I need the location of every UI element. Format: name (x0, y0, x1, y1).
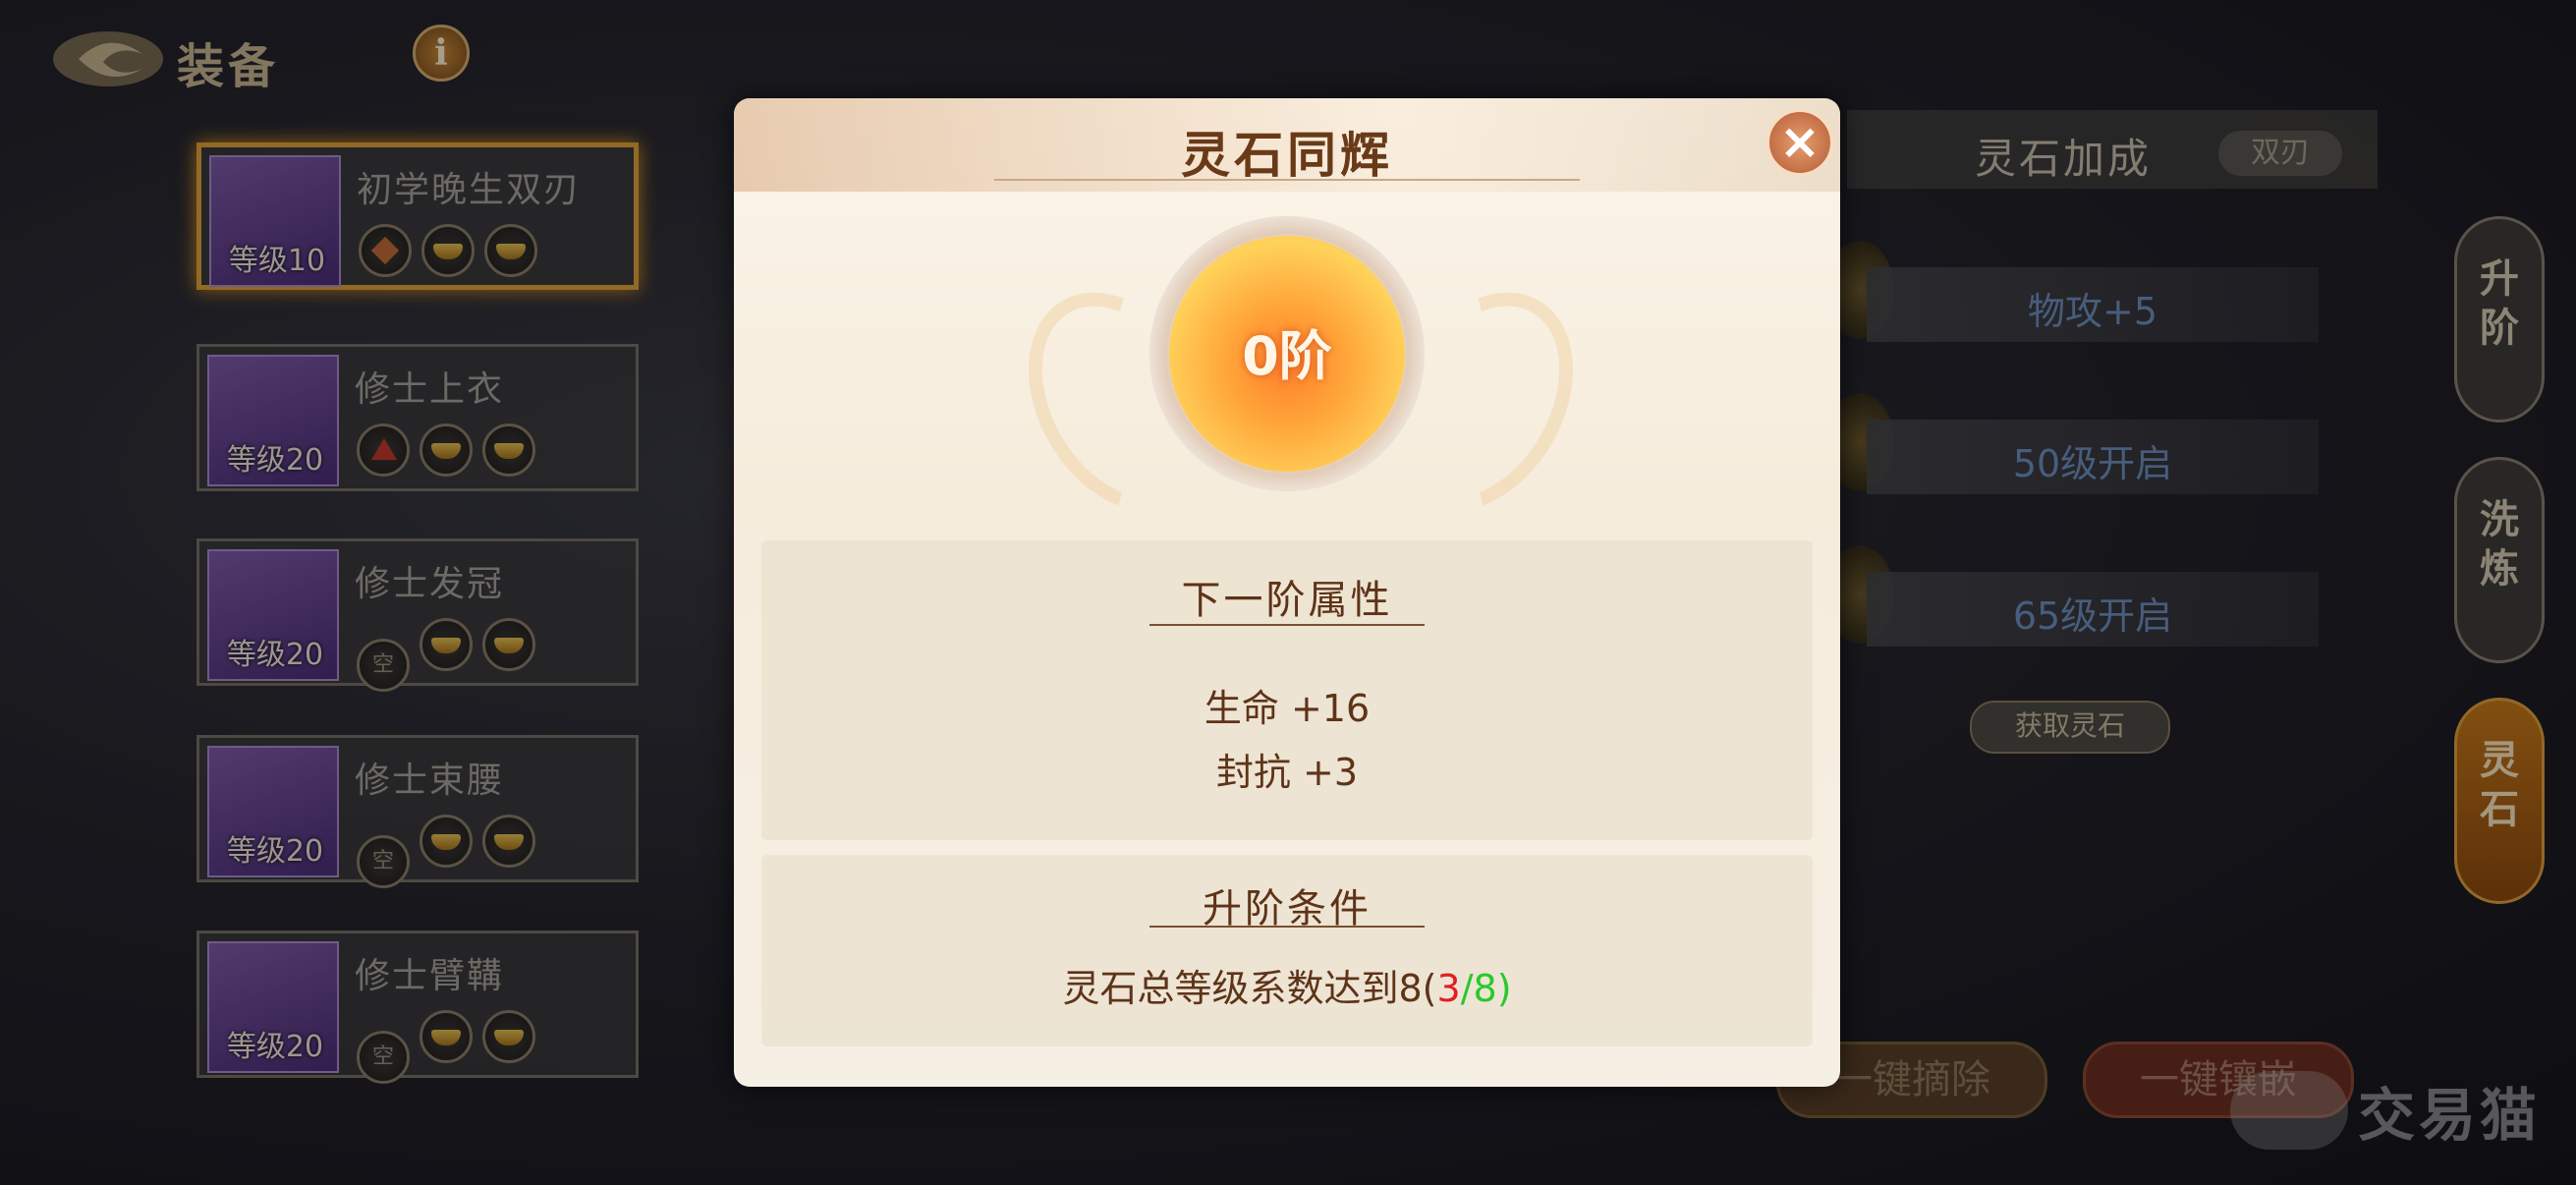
close-button[interactable]: × (1765, 108, 1834, 177)
attribute-text: 封抗 +3 (1215, 751, 1359, 794)
rank-label: 0阶 (1242, 325, 1332, 387)
spirit-stone-dialog: 灵石同辉 × 0阶 下一阶属性 生命 +16 封抗 +3 升阶条件 灵石总等级系… (734, 98, 1840, 1087)
next-rank-attributes-panel: 下一阶属性 生命 +16 封抗 +3 (761, 540, 1813, 840)
title-divider (994, 179, 1580, 181)
condition-suffix: ) (1496, 967, 1512, 1010)
upgrade-condition-panel: 升阶条件 灵石总等级系数达到8(3/8) (761, 855, 1813, 1046)
attribute-text: 生命 +16 (1204, 687, 1371, 730)
section-divider (1149, 926, 1425, 928)
condition-text: 灵石总等级系数达到8(3/8) (761, 958, 1813, 1012)
condition-target: 8 (1473, 967, 1497, 1010)
section-divider (1149, 624, 1425, 626)
section-title: 下一阶属性 (1181, 578, 1393, 623)
condition-prefix: 灵石总等级系数达到8( (1062, 967, 1437, 1010)
condition-current: 3 (1436, 967, 1461, 1010)
dialog-title: 灵石同辉 (1181, 127, 1393, 184)
condition-separator: / (1460, 967, 1474, 1010)
